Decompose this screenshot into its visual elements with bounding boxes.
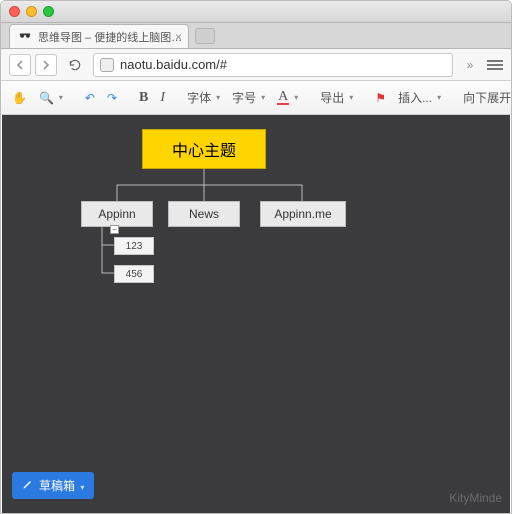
new-tab-button[interactable] [195, 28, 215, 44]
font-color-icon: A [277, 91, 289, 105]
bold-icon: B [139, 90, 148, 106]
minimize-window-button[interactable] [26, 6, 37, 17]
mindmap-canvas[interactable]: 中心主题 Appinn News Appinn.me − 123 456 草稿箱… [2, 115, 510, 513]
browser-tab[interactable]: 思维导图 – 便捷的线上脑图… × [9, 24, 189, 48]
draft-box-button[interactable]: 草稿箱 ▾ [12, 472, 94, 499]
url-text: naotu.baidu.com/# [120, 57, 227, 72]
connector-lines [2, 115, 510, 513]
root-node[interactable]: 中心主题 [142, 129, 266, 169]
undo-button[interactable]: ↶ [80, 88, 100, 108]
collapse-toggle[interactable]: − [110, 225, 119, 234]
extensions-button[interactable]: » [461, 58, 479, 72]
child-node-appinn[interactable]: Appinn [81, 201, 153, 227]
app-toolbar: ✋ 🔍▾ ↶ ↷ B I 字体▾ 字号▾ A▾ 导出▾ ⚑ 插入...▾ 向下展… [1, 81, 511, 115]
font-color-button[interactable]: A▾ [272, 88, 303, 108]
child-node-appinnme[interactable]: Appinn.me [260, 201, 346, 227]
pencil-icon [22, 478, 34, 493]
menu-button[interactable] [487, 60, 503, 70]
sub-node-123[interactable]: 123 [114, 237, 154, 255]
bold-button[interactable]: B [134, 87, 153, 109]
omnibox[interactable]: naotu.baidu.com/# [93, 53, 453, 77]
hand-tool-button[interactable]: ✋ [7, 88, 32, 108]
insert-button[interactable]: 插入...▾ [393, 86, 446, 109]
redo-icon: ↷ [107, 91, 117, 105]
brand-label: KityMinde [449, 491, 502, 505]
sub-node-456[interactable]: 456 [114, 265, 154, 283]
magnifier-icon: 🔍 [39, 91, 54, 105]
font-size-select[interactable]: 字号▾ [227, 86, 270, 109]
tab-strip: 思维导图 – 便捷的线上脑图… × [1, 23, 511, 49]
italic-button[interactable]: I [155, 87, 170, 109]
flag-icon: ⚑ [375, 91, 386, 105]
tab-close-icon[interactable]: × [175, 30, 182, 44]
zoom-tool-button[interactable]: 🔍▾ [34, 88, 68, 108]
expand-button[interactable]: 向下展开▾ [458, 86, 512, 109]
child-node-news[interactable]: News [168, 201, 240, 227]
window-titlebar [1, 1, 511, 23]
tab-title: 思维导图 – 便捷的线上脑图… [38, 29, 182, 45]
forward-button[interactable] [35, 54, 57, 76]
font-family-select[interactable]: 字体▾ [182, 86, 225, 109]
zoom-window-button[interactable] [43, 6, 54, 17]
undo-icon: ↶ [85, 91, 95, 105]
reload-button[interactable] [65, 55, 85, 75]
favicon-icon [18, 30, 32, 44]
priority-button[interactable]: ⚑ [370, 88, 391, 108]
redo-button[interactable]: ↷ [102, 88, 122, 108]
export-button[interactable]: 导出▾ [315, 86, 358, 109]
site-identity-icon [100, 58, 114, 72]
hand-icon: ✋ [12, 91, 27, 105]
window-controls [9, 6, 54, 17]
back-button[interactable] [9, 54, 31, 76]
address-bar: naotu.baidu.com/# » [1, 49, 511, 81]
italic-icon: I [160, 90, 165, 106]
close-window-button[interactable] [9, 6, 20, 17]
